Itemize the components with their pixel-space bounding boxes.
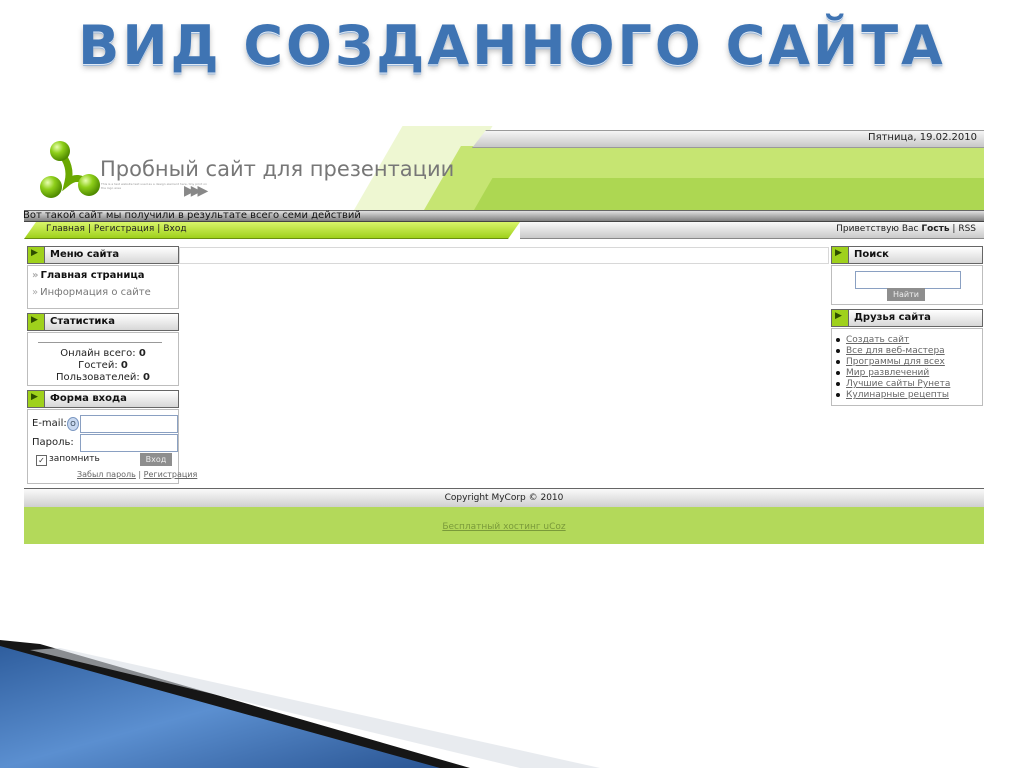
double-chevron-icon: » — [32, 270, 39, 281]
nav-link-register[interactable]: Регистрация — [94, 224, 154, 234]
double-arrow-icon: ▶▶▶ — [184, 183, 208, 199]
friend-link[interactable]: Кулинарные рецепты — [836, 390, 949, 400]
stats-guests: Гостей: 0 — [78, 360, 128, 371]
nav-links: Главная | Регистрация | Вход — [46, 224, 187, 234]
slogan-bar: Вот такой сайт мы получили в результате … — [23, 210, 984, 222]
stats-online: Онлайн всего: 0 — [60, 348, 146, 359]
footer-hosting-bar: Бесплатный хостинг uCoz — [24, 507, 984, 544]
search-button[interactable]: Найти — [887, 288, 925, 301]
hosting-link[interactable]: Бесплатный хостинг uCoz — [442, 522, 565, 532]
password-label: Пароль: — [32, 437, 74, 448]
search-input[interactable] — [855, 271, 961, 289]
menu-item-about[interactable]: » Информация о сайте — [32, 287, 151, 298]
footer-copyright: Copyright MyCorp © 2010 — [24, 488, 984, 507]
friend-link[interactable]: Лучшие сайты Рунета — [836, 379, 950, 389]
friend-link[interactable]: Мир развлечений — [836, 368, 929, 378]
friends-block-header: ▶ Друзья сайта — [831, 309, 983, 327]
friends-block-title: Друзья сайта — [854, 312, 931, 323]
nav-separator: | — [87, 224, 91, 234]
site-logo-icon — [40, 141, 100, 198]
greeting-separator: | — [952, 224, 956, 234]
login-block: E-mail: O Пароль: ✓ запомнить Вход Забыл… — [27, 409, 197, 484]
stats-users: Пользователей: 0 — [56, 372, 150, 383]
search-block-header: ▶ Поиск — [831, 246, 983, 264]
login-block-header: ▶ Форма входа — [27, 390, 179, 408]
main-nav: Главная | Регистрация | Вход — [24, 222, 520, 239]
block-arrow-icon: ▶ — [31, 392, 38, 402]
email-label: E-mail: — [32, 418, 67, 429]
menu-block-title: Меню сайта — [50, 249, 120, 260]
date-bar: Пятница, 19.02.2010 — [472, 130, 984, 148]
nav-link-login[interactable]: Вход — [163, 224, 186, 234]
search-block-title: Поиск — [854, 249, 889, 260]
menu-block-header: ▶ Меню сайта — [27, 246, 179, 264]
main-content — [179, 247, 829, 264]
nav-link-home[interactable]: Главная — [46, 224, 85, 234]
login-links-separator: | — [138, 470, 142, 479]
forgot-password-link[interactable]: Забыл пароль — [77, 470, 136, 479]
menu-block: » Главная страница » Информация о сайте — [27, 265, 179, 309]
friend-link[interactable]: Все для веб-мастера — [836, 346, 945, 356]
greeting-user: Гость — [921, 224, 950, 234]
stats-divider — [38, 342, 162, 343]
block-arrow-icon: ▶ — [835, 311, 842, 321]
stats-block-header: ▶ Статистика — [27, 313, 179, 331]
nav-separator: | — [157, 224, 161, 234]
friend-link[interactable]: Создать сайт — [836, 335, 909, 345]
login-submit-button[interactable]: Вход — [140, 453, 172, 466]
stats-block: Онлайн всего: 0 Гостей: 0 Пользователей:… — [27, 332, 179, 386]
greeting-bar: Приветствую Вас Гость | RSS — [520, 222, 984, 239]
openid-icon[interactable]: O — [67, 417, 79, 431]
block-arrow-icon: ▶ — [835, 248, 842, 258]
site-slogan: Вот такой сайт мы получили в результате … — [23, 210, 361, 221]
rss-link[interactable]: RSS — [958, 224, 976, 234]
greeting-prefix: Приветствую Вас — [836, 224, 919, 234]
remember-checkbox[interactable]: ✓ — [36, 455, 47, 466]
friend-link[interactable]: Программы для всех — [836, 357, 945, 367]
slide-corner-decoration — [0, 640, 600, 768]
stats-block-title: Статистика — [50, 316, 115, 327]
friends-block: Создать сайт Все для веб-мастера Програм… — [831, 328, 983, 406]
site-header: Пятница, 19.02.2010 Пробный сайт для пре… — [24, 126, 984, 210]
email-input[interactable] — [80, 415, 178, 433]
double-chevron-icon: » — [32, 287, 39, 298]
login-links: Забыл пароль | Регистрация — [77, 470, 197, 479]
register-link[interactable]: Регистрация — [144, 470, 198, 479]
remember-label: запомнить — [49, 454, 100, 464]
navigation-area: Вот такой сайт мы получили в результате … — [23, 210, 984, 242]
slide-title: ВИД СОЗДАННОГО САЙТА — [78, 14, 946, 77]
menu-item-home[interactable]: » Главная страница — [32, 270, 145, 281]
password-input[interactable] — [80, 434, 178, 452]
login-block-title: Форма входа — [50, 393, 127, 404]
search-block: Найти — [831, 265, 983, 305]
current-date: Пятница, 19.02.2010 — [868, 132, 977, 143]
block-arrow-icon: ▶ — [31, 315, 38, 325]
site-screenshot: Пятница, 19.02.2010 Пробный сайт для пре… — [23, 126, 984, 544]
header-decor-band-dark — [474, 178, 984, 210]
site-name: Пробный сайт для презентации — [100, 157, 455, 181]
greeting: Приветствую Вас Гость | RSS — [836, 224, 976, 234]
block-arrow-icon: ▶ — [31, 248, 38, 258]
